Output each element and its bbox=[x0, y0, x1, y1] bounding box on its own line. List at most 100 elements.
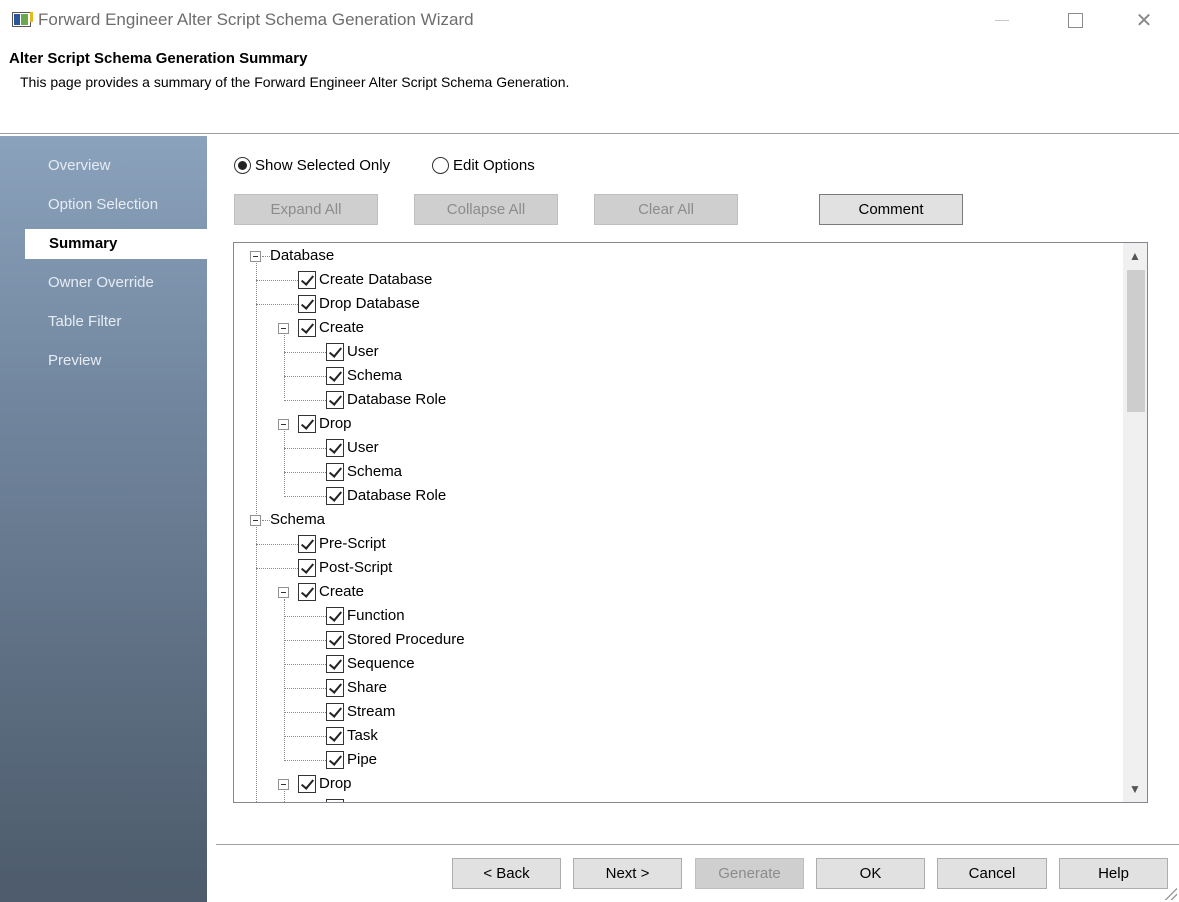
scrollbar-thumb[interactable] bbox=[1127, 270, 1145, 412]
tree-node-function[interactable]: Function bbox=[326, 605, 405, 627]
minimize-icon bbox=[995, 19, 1009, 21]
scroll-up-icon[interactable]: ▲ bbox=[1123, 245, 1147, 267]
sidebar-item-table-filter[interactable]: Table Filter bbox=[0, 307, 207, 337]
expand-all-button[interactable]: Expand All bbox=[234, 194, 378, 225]
collapse-toggle-icon[interactable] bbox=[278, 779, 289, 790]
radio-unchecked-icon bbox=[432, 157, 449, 174]
tree-node-label: Share bbox=[347, 679, 388, 696]
tree-node-label: Create Database bbox=[319, 271, 433, 288]
tree-node-schema[interactable]: Schema bbox=[270, 509, 325, 531]
clear-all-button[interactable]: Clear All bbox=[594, 194, 738, 225]
edit-options-radio[interactable]: Edit Options bbox=[432, 157, 535, 174]
tree-node-label: Pipe bbox=[347, 751, 378, 768]
tree-node-create-database[interactable]: Create Database bbox=[298, 269, 432, 291]
generate-button[interactable]: Generate bbox=[695, 858, 804, 889]
tree-node-post-script[interactable]: Post-Script bbox=[298, 557, 392, 579]
tree-node-partial[interactable] bbox=[326, 797, 347, 802]
tree-node-database-create[interactable]: Create bbox=[298, 317, 364, 339]
tree-node-label: Schema bbox=[270, 511, 326, 528]
sidebar-item-summary[interactable]: Summary bbox=[25, 229, 207, 259]
tree-node-label: Task bbox=[347, 727, 378, 744]
checkbox-checked-icon[interactable] bbox=[326, 391, 344, 409]
options-tree[interactable]: Database Create Database Drop Database C… bbox=[233, 242, 1148, 803]
tree-node-create-schema[interactable]: Schema bbox=[326, 365, 402, 387]
collapse-toggle-icon[interactable] bbox=[250, 251, 261, 262]
sidebar-item-owner-override[interactable]: Owner Override bbox=[0, 268, 207, 298]
tree-node-label: Function bbox=[347, 607, 405, 624]
tree-node-database-drop[interactable]: Drop bbox=[298, 413, 352, 435]
tree-node-pre-script[interactable]: Pre-Script bbox=[298, 533, 386, 555]
checkbox-checked-icon[interactable] bbox=[326, 607, 344, 625]
resize-grip-icon[interactable] bbox=[1163, 886, 1177, 900]
close-button[interactable]: ✕ bbox=[1124, 5, 1164, 35]
tree-node-schema-create[interactable]: Create bbox=[298, 581, 364, 603]
comment-button[interactable]: Comment bbox=[819, 194, 963, 225]
sidebar-item-option-selection[interactable]: Option Selection bbox=[0, 190, 207, 220]
collapse-toggle-icon[interactable] bbox=[250, 515, 261, 526]
checkbox-checked-icon[interactable] bbox=[326, 487, 344, 505]
tree-node-label: Stream bbox=[347, 703, 396, 720]
sidebar-item-overview[interactable]: Overview bbox=[0, 151, 207, 181]
help-button[interactable]: Help bbox=[1059, 858, 1168, 889]
checkbox-checked-icon[interactable] bbox=[326, 343, 344, 361]
checkbox-checked-icon[interactable] bbox=[326, 631, 344, 649]
collapse-all-button[interactable]: Collapse All bbox=[414, 194, 558, 225]
sidebar-item-preview[interactable]: Preview bbox=[0, 346, 207, 376]
cancel-button[interactable]: Cancel bbox=[937, 858, 1047, 889]
tree-node-create-database-role[interactable]: Database Role bbox=[326, 389, 446, 411]
show-selected-only-radio[interactable]: Show Selected Only bbox=[234, 157, 390, 174]
minimize-button[interactable] bbox=[982, 5, 1022, 35]
tree-node-share[interactable]: Share bbox=[326, 677, 387, 699]
tree-node-label: Database bbox=[270, 247, 335, 264]
edit-options-label: Edit Options bbox=[453, 157, 535, 174]
checkbox-checked-icon[interactable] bbox=[326, 727, 344, 745]
show-selected-only-label: Show Selected Only bbox=[255, 157, 391, 174]
tree-node-label: Database Role bbox=[347, 487, 447, 504]
checkbox-checked-icon[interactable] bbox=[326, 679, 344, 697]
tree-node-create-user[interactable]: User bbox=[326, 341, 379, 363]
checkbox-checked-icon[interactable] bbox=[298, 559, 316, 577]
maximize-button[interactable] bbox=[1055, 5, 1095, 35]
tree-node-label: Schema bbox=[347, 367, 403, 384]
checkbox-checked-icon[interactable] bbox=[298, 319, 316, 337]
tree-node-label: Drop bbox=[319, 775, 352, 792]
tree-node-task[interactable]: Task bbox=[326, 725, 378, 747]
checkbox-checked-icon[interactable] bbox=[326, 439, 344, 457]
collapse-toggle-icon[interactable] bbox=[278, 587, 289, 598]
tree-node-label: Post-Script bbox=[319, 559, 393, 576]
checkbox-checked-icon[interactable] bbox=[326, 751, 344, 769]
header-divider bbox=[0, 133, 1179, 134]
checkbox-checked-icon[interactable] bbox=[326, 367, 344, 385]
tree-node-schema-drop[interactable]: Drop bbox=[298, 773, 352, 795]
tree-node-drop-schema[interactable]: Schema bbox=[326, 461, 402, 483]
collapse-toggle-icon[interactable] bbox=[278, 323, 289, 334]
tree-node-label: Drop Database bbox=[319, 295, 420, 312]
ok-button[interactable]: OK bbox=[816, 858, 925, 889]
checkbox-checked-icon[interactable] bbox=[298, 415, 316, 433]
tree-node-drop-database[interactable]: Drop Database bbox=[298, 293, 420, 315]
tree-node-drop-database-role[interactable]: Database Role bbox=[326, 485, 446, 507]
checkbox-checked-icon[interactable] bbox=[298, 271, 316, 289]
footer-divider bbox=[216, 844, 1179, 845]
collapse-toggle-icon[interactable] bbox=[278, 419, 289, 430]
tree-node-sequence[interactable]: Sequence bbox=[326, 653, 415, 675]
checkbox-checked-icon[interactable] bbox=[326, 799, 344, 802]
tree-node-stored-procedure[interactable]: Stored Procedure bbox=[326, 629, 465, 651]
tree-node-database[interactable]: Database bbox=[270, 245, 334, 267]
tree-node-drop-user[interactable]: User bbox=[326, 437, 379, 459]
scroll-down-icon[interactable]: ▼ bbox=[1123, 778, 1147, 800]
checkbox-checked-icon[interactable] bbox=[298, 583, 316, 601]
next-button[interactable]: Next > bbox=[573, 858, 682, 889]
tree-vertical-scrollbar[interactable]: ▲ ▼ bbox=[1123, 243, 1147, 802]
tree-node-label: Schema bbox=[347, 463, 403, 480]
tree-node-pipe[interactable]: Pipe bbox=[326, 749, 377, 771]
checkbox-checked-icon[interactable] bbox=[298, 295, 316, 313]
tree-node-stream[interactable]: Stream bbox=[326, 701, 395, 723]
back-button[interactable]: < Back bbox=[452, 858, 561, 889]
checkbox-checked-icon[interactable] bbox=[326, 463, 344, 481]
checkbox-checked-icon[interactable] bbox=[298, 535, 316, 553]
checkbox-checked-icon[interactable] bbox=[298, 775, 316, 793]
radio-checked-icon bbox=[234, 157, 251, 174]
checkbox-checked-icon[interactable] bbox=[326, 703, 344, 721]
checkbox-checked-icon[interactable] bbox=[326, 655, 344, 673]
